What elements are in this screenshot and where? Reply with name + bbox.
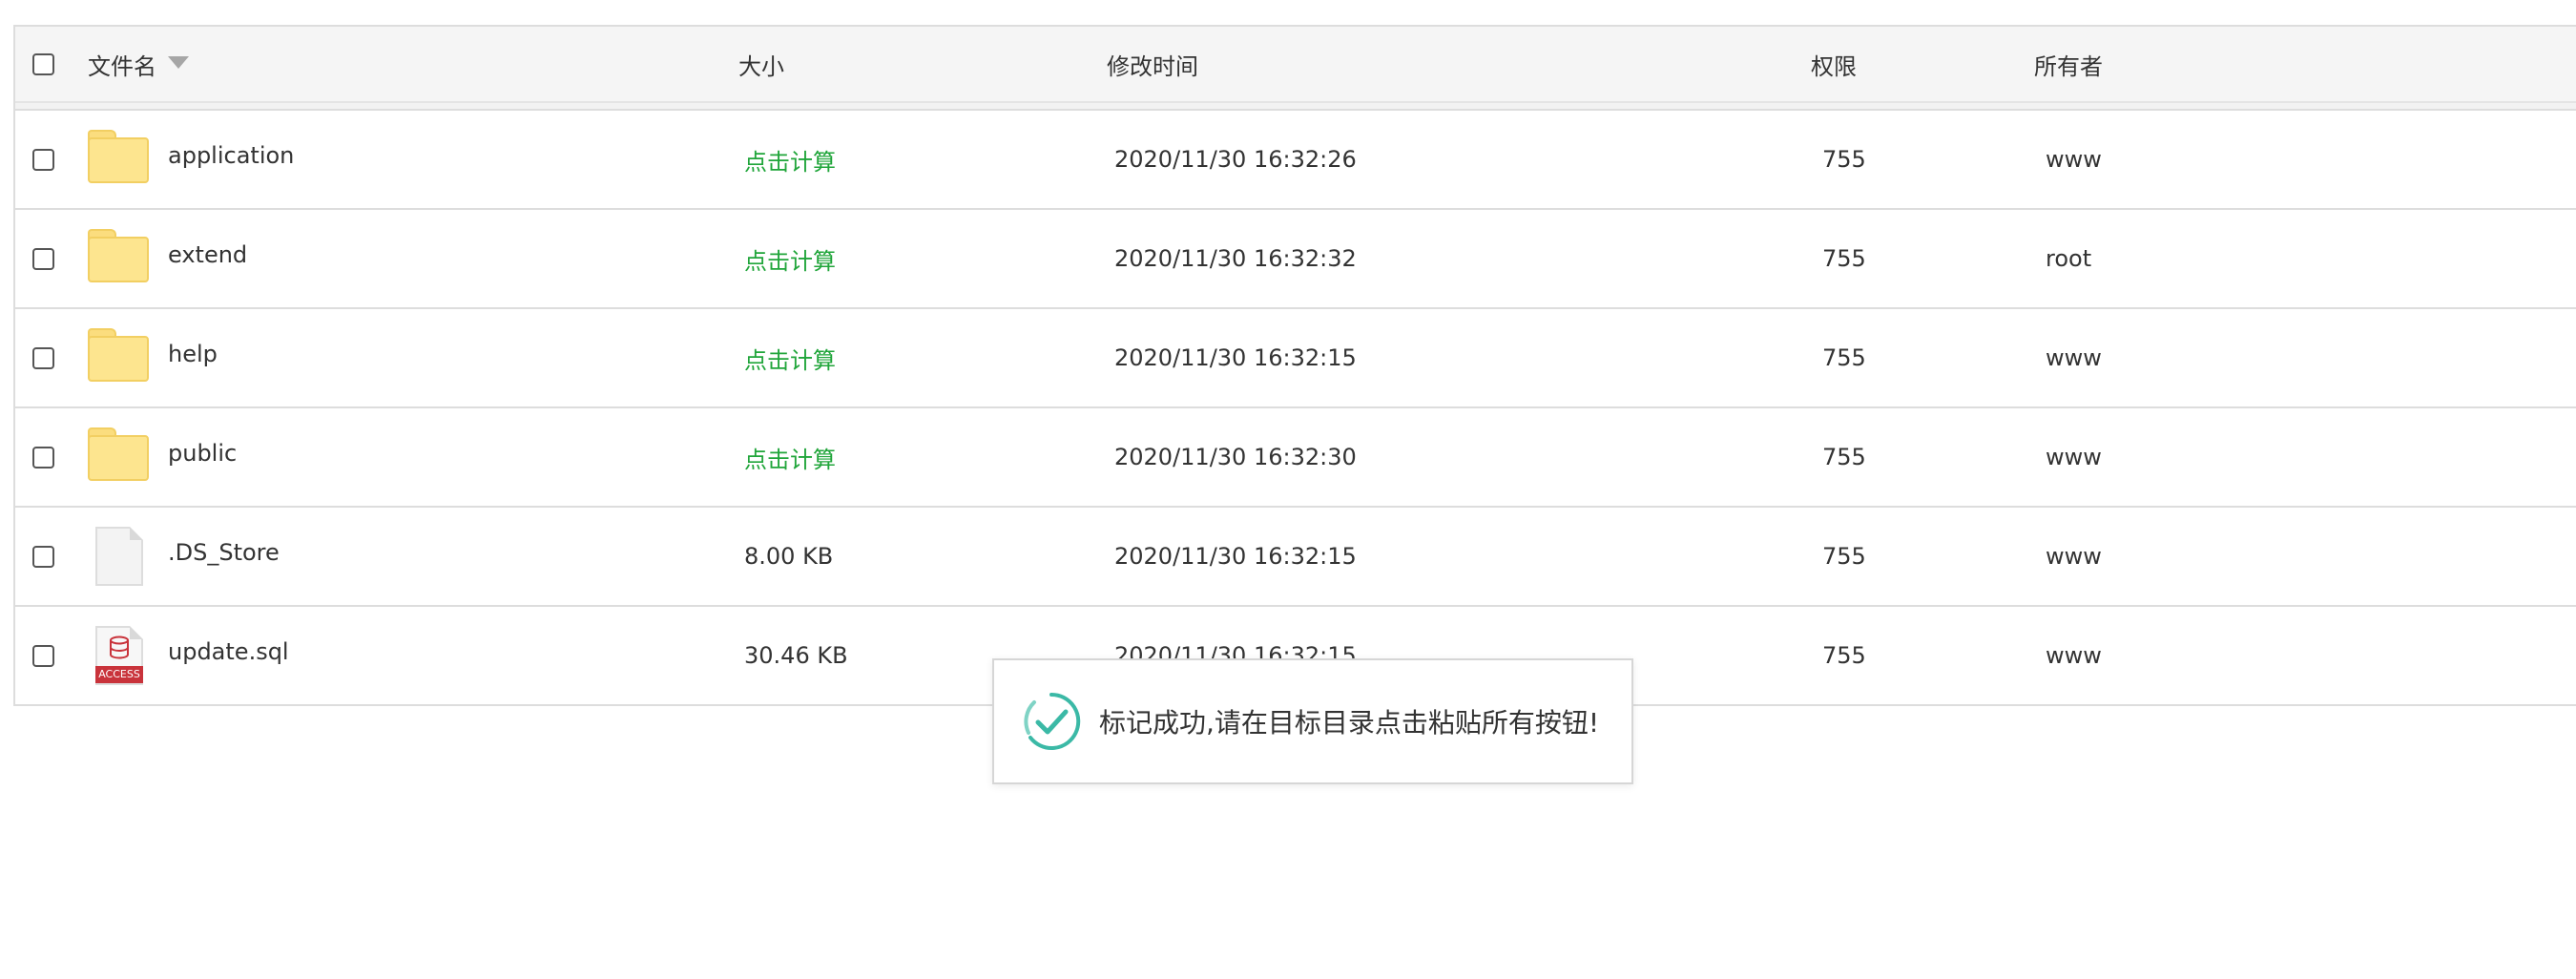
row-owner: www (2046, 146, 2102, 173)
row-checkbox[interactable] (32, 247, 54, 270)
select-all-checkbox[interactable] (32, 52, 54, 75)
row-mtime: 2020/11/30 16:32:30 (1114, 444, 1357, 470)
row-mtime: 2020/11/30 16:32:15 (1114, 543, 1357, 570)
row-perm[interactable]: 755 (1822, 210, 1866, 307)
file-name[interactable]: extend (168, 241, 247, 268)
success-toast: 标记成功,请在目标目录点击粘贴所有按钮! (992, 658, 1633, 784)
row-checkbox[interactable] (32, 346, 54, 369)
row-perm[interactable]: 755 (1822, 607, 1866, 704)
check-circle-icon (1024, 692, 1081, 750)
row-owner: www (2046, 642, 2102, 669)
table-row[interactable]: public 点击计算 2020/11/30 16:32:30 755 www (15, 408, 2576, 508)
table-row[interactable]: help 点击计算 2020/11/30 16:32:15 755 www (15, 309, 2576, 408)
table-header: 文件名 大小 修改时间 权限 所有者 (15, 27, 2576, 103)
header-filename-label: 文件名 (88, 52, 156, 80)
file-name[interactable]: .DS_Store (168, 539, 280, 566)
folder-icon[interactable] (88, 229, 151, 288)
row-perm[interactable]: 755 (1822, 111, 1866, 208)
header-perm-label: 权限 (1811, 52, 1857, 80)
header-size-label: 大小 (738, 52, 784, 80)
row-size-cell: 点击计算 (744, 111, 836, 208)
file-type-badge: ACCESS (95, 666, 143, 683)
row-mtime: 2020/11/30 16:32:15 (1114, 344, 1357, 371)
row-owner: www (2046, 344, 2102, 371)
row-size: 30.46 KB (744, 642, 848, 669)
calculate-size-link[interactable]: 点击计算 (744, 143, 836, 177)
row-size-cell: 点击计算 (744, 309, 836, 406)
row-select-cell (32, 309, 54, 406)
row-size-cell: 点击计算 (744, 210, 836, 307)
folder-icon[interactable] (88, 130, 151, 189)
file-name[interactable]: public (168, 440, 237, 467)
row-size: 8.00 KB (744, 543, 834, 570)
row-select-cell (32, 408, 54, 506)
row-perm[interactable]: 755 (1822, 508, 1866, 605)
row-select-cell (32, 508, 54, 605)
database-icon (110, 635, 129, 659)
table-row[interactable]: extend 点击计算 2020/11/30 16:32:32 755 root (15, 210, 2576, 309)
row-checkbox[interactable] (32, 148, 54, 171)
row-mtime: 2020/11/30 16:32:26 (1114, 146, 1357, 173)
row-select-cell (32, 111, 54, 208)
calculate-size-link[interactable]: 点击计算 (744, 441, 836, 474)
calculate-size-link[interactable]: 点击计算 (744, 242, 836, 276)
row-select-cell (32, 210, 54, 307)
file-manager-page: 文件名 大小 修改时间 权限 所有者 application 点击计算 2020… (0, 0, 2576, 979)
file-name[interactable]: help (168, 341, 218, 367)
header-mtime-label: 修改时间 (1107, 52, 1198, 80)
sort-desc-icon[interactable] (168, 55, 189, 69)
row-checkbox[interactable] (32, 644, 54, 667)
select-all-cell (32, 27, 54, 101)
row-perm[interactable]: 755 (1822, 309, 1866, 406)
table-row[interactable]: .DS_Store 8.00 KB 2020/11/30 16:32:15 75… (15, 508, 2576, 607)
folder-icon[interactable] (88, 427, 151, 487)
header-divider (15, 103, 2576, 111)
row-owner: www (2046, 543, 2102, 570)
database-file-icon[interactable]: ACCESS (88, 626, 151, 685)
header-mtime: 修改时间 (1107, 27, 1198, 101)
calculate-size-link[interactable]: 点击计算 (744, 342, 836, 375)
file-name[interactable]: application (168, 142, 294, 169)
row-size-cell: 点击计算 (744, 408, 836, 506)
toast-message: 标记成功,请在目标目录点击粘贴所有按钮! (1099, 707, 1600, 739)
row-name-cell[interactable]: .DS_Store (88, 508, 280, 605)
row-name-cell[interactable]: extend (88, 210, 247, 307)
row-name-cell[interactable]: application (88, 111, 294, 208)
file-table: 文件名 大小 修改时间 权限 所有者 application 点击计算 2020… (13, 25, 2576, 706)
row-select-cell (32, 607, 54, 704)
row-name-cell[interactable]: ACCESS update.sql (88, 607, 289, 704)
row-checkbox[interactable] (32, 446, 54, 469)
file-name[interactable]: update.sql (168, 638, 289, 665)
table-row[interactable]: application 点击计算 2020/11/30 16:32:26 755… (15, 111, 2576, 210)
row-owner: root (2046, 245, 2092, 272)
header-perm: 权限 (1811, 27, 1857, 101)
file-icon[interactable] (88, 527, 151, 586)
header-filename[interactable]: 文件名 (88, 27, 189, 101)
row-name-cell[interactable]: help (88, 309, 218, 406)
header-size: 大小 (738, 27, 784, 101)
header-owner: 所有者 (2034, 27, 2103, 101)
row-owner: www (2046, 444, 2102, 470)
row-checkbox[interactable] (32, 545, 54, 568)
row-mtime: 2020/11/30 16:32:32 (1114, 245, 1357, 272)
header-owner-label: 所有者 (2034, 52, 2103, 80)
row-name-cell[interactable]: public (88, 408, 237, 506)
row-perm[interactable]: 755 (1822, 408, 1866, 506)
folder-icon[interactable] (88, 328, 151, 387)
